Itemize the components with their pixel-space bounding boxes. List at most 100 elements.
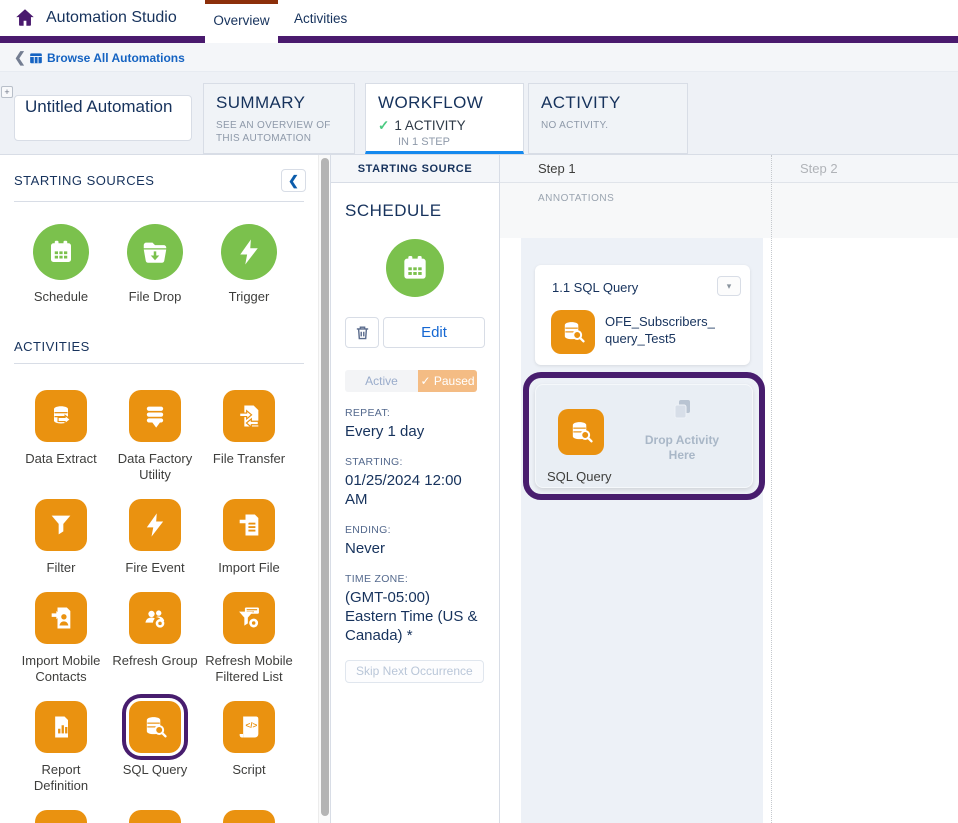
lightning-icon	[234, 237, 264, 267]
database-magnifier-icon	[567, 418, 595, 446]
starting-sources-title: STARTING SOURCES	[14, 173, 154, 188]
activity-import-file[interactable]: Import File	[202, 499, 296, 576]
steps-header-row: Step 1 Step 2	[500, 155, 958, 183]
activity-fire-event[interactable]: Fire Event	[108, 499, 202, 576]
activity-subtitle: NO ACTIVITY.	[541, 119, 675, 132]
source-schedule[interactable]: Schedule	[14, 224, 108, 305]
app-title: Automation Studio	[46, 0, 177, 36]
activity-tile-partial[interactable]	[108, 810, 202, 823]
annotations-label: ANNOTATIONS	[538, 193, 614, 204]
breadcrumb: ❮ Browse All Automations	[0, 43, 958, 72]
drop-hint: Drop Activity Here	[624, 397, 740, 463]
edit-schedule-button[interactable]: Edit	[383, 317, 485, 348]
step-2-header: Step 2	[800, 155, 838, 183]
repeat-value: Every 1 day	[345, 422, 485, 441]
starting-sources-grid: Schedule File Drop Trigger	[14, 224, 302, 305]
activity-report-definition[interactable]: Report Definition	[14, 701, 108, 794]
activity-data-extract[interactable]: Data Extract	[14, 390, 108, 483]
delete-schedule-button[interactable]	[345, 317, 379, 348]
activity-script[interactable]: </> Script	[202, 701, 296, 794]
schedule-source-badge	[386, 239, 444, 297]
database-stack-icon	[141, 402, 169, 430]
database-magnifier-icon	[559, 318, 587, 346]
source-trigger[interactable]: Trigger	[202, 224, 296, 305]
file-person-icon	[47, 604, 75, 632]
activity-import-mobile-contacts[interactable]: Import Mobile Contacts	[14, 592, 108, 685]
sql-query-activity-card[interactable]: 1.1 SQL Query ▾ OFE_Subscribers_query_Te…	[535, 265, 750, 365]
active-paused-toggle: Active ✓ Paused	[345, 370, 477, 392]
repeat-label: REPEAT:	[345, 407, 485, 419]
step-divider	[771, 155, 772, 823]
file-arrows-icon	[235, 402, 263, 430]
workflow-title: WORKFLOW	[378, 93, 511, 113]
source-file-drop[interactable]: File Drop	[108, 224, 202, 305]
ending-label: ENDING:	[345, 524, 485, 536]
activity-card-menu-button[interactable]: ▾	[717, 276, 741, 296]
script-icon: </>	[235, 713, 263, 741]
activity-title: ACTIVITY	[541, 93, 675, 113]
drop-target-highlight[interactable]: Drop Activity Here SQL Query	[523, 372, 765, 500]
lightning-icon	[141, 511, 169, 539]
skip-next-occurrence-button[interactable]: Skip Next Occurrence	[345, 660, 484, 683]
dragged-tile-label: SQL Query	[547, 469, 612, 484]
tools-sidebar: STARTING SOURCES ❮ Schedule File Drop	[0, 155, 318, 823]
file-import-icon	[235, 511, 263, 539]
tab-summary[interactable]: SUMMARY SEE AN OVERVIEW OF THIS AUTOMATI…	[203, 83, 355, 154]
calendar-icon	[46, 237, 76, 267]
home-icon[interactable]	[14, 7, 36, 29]
drop-activity-slot[interactable]: Drop Activity Here SQL Query	[535, 384, 753, 488]
activity-name: OFE_Subscribers_query_Test5	[605, 313, 717, 347]
browse-all-automations-link[interactable]: Browse All Automations	[47, 43, 185, 73]
activity-refresh-group[interactable]: Refresh Group	[108, 592, 202, 685]
step-1-header: Step 1	[538, 155, 576, 183]
activity-filter[interactable]: Filter	[14, 499, 108, 576]
automation-header: + SUMMARY SEE AN OVERVIEW OF THIS AUTOMA…	[0, 72, 958, 155]
activity-tile-partial[interactable]	[14, 810, 108, 823]
starting-label: STARTING:	[345, 456, 485, 468]
activity-file-transfer[interactable]: File Transfer	[202, 390, 296, 483]
tab-workflow[interactable]: WORKFLOW ✓1 ACTIVITY IN 1 STEP	[365, 83, 524, 154]
scrollbar-thumb[interactable]	[321, 158, 329, 816]
drop-hint-text: Drop Activity Here	[640, 433, 724, 463]
ending-value: Never	[345, 539, 485, 558]
nav-tab-activities[interactable]: Activities	[284, 0, 357, 36]
collapse-sidebar-button[interactable]: ❮	[281, 169, 306, 192]
sql-query-icon-tile	[551, 310, 595, 354]
nav-tab-overview[interactable]: Overview	[205, 0, 278, 43]
collapse-header-button[interactable]: +	[1, 86, 13, 98]
copy-pages-icon	[669, 397, 695, 421]
calendar-icon	[399, 252, 431, 284]
toggle-paused-option[interactable]: ✓ Paused	[418, 370, 477, 392]
schedule-title: SCHEDULE	[345, 201, 485, 221]
starting-value: 01/25/2024 12:00 AM	[345, 471, 485, 509]
toggle-active-option[interactable]: Active	[345, 370, 418, 392]
annotations-row: ANNOTATIONS	[500, 183, 958, 238]
summary-subtitle: SEE AN OVERVIEW OF THIS AUTOMATION	[216, 119, 342, 145]
automation-name-input[interactable]	[14, 95, 192, 141]
workflow-activity-count: ✓1 ACTIVITY	[378, 118, 511, 134]
activities-grid: Data Extract Data Factory Utility File T…	[14, 390, 302, 823]
svg-text:</>: </>	[246, 721, 258, 730]
trash-icon	[354, 324, 371, 341]
database-magnifier-icon	[141, 713, 169, 741]
report-icon	[47, 713, 75, 741]
tab-activity[interactable]: ACTIVITY NO ACTIVITY.	[528, 83, 688, 154]
chevron-down-icon: ▾	[727, 281, 732, 291]
sidebar-scrollbar[interactable]	[318, 155, 330, 823]
top-nav: Automation Studio Overview Activities	[0, 0, 958, 36]
back-chevron-icon[interactable]: ❮	[14, 43, 26, 72]
timezone-label: TIME ZONE:	[345, 573, 485, 585]
activity-data-factory-utility[interactable]: Data Factory Utility	[108, 390, 202, 483]
funnel-refresh-icon	[235, 604, 263, 632]
activity-tile-partial[interactable]	[202, 810, 296, 823]
activity-refresh-mobile-filtered-list[interactable]: Refresh Mobile Filtered List	[202, 592, 296, 685]
starting-source-panel: STARTING SOURCE SCHEDULE Edit Active ✓ P…	[330, 155, 500, 823]
workflow-step-count: IN 1 STEP	[398, 136, 511, 148]
dragged-sql-query-tile[interactable]	[558, 409, 604, 455]
brand-strip	[0, 36, 958, 43]
divider	[14, 201, 304, 202]
divider	[14, 363, 304, 364]
activity-sql-query[interactable]: SQL Query	[108, 701, 202, 794]
table-icon	[29, 51, 43, 65]
folder-drop-icon	[140, 237, 170, 267]
